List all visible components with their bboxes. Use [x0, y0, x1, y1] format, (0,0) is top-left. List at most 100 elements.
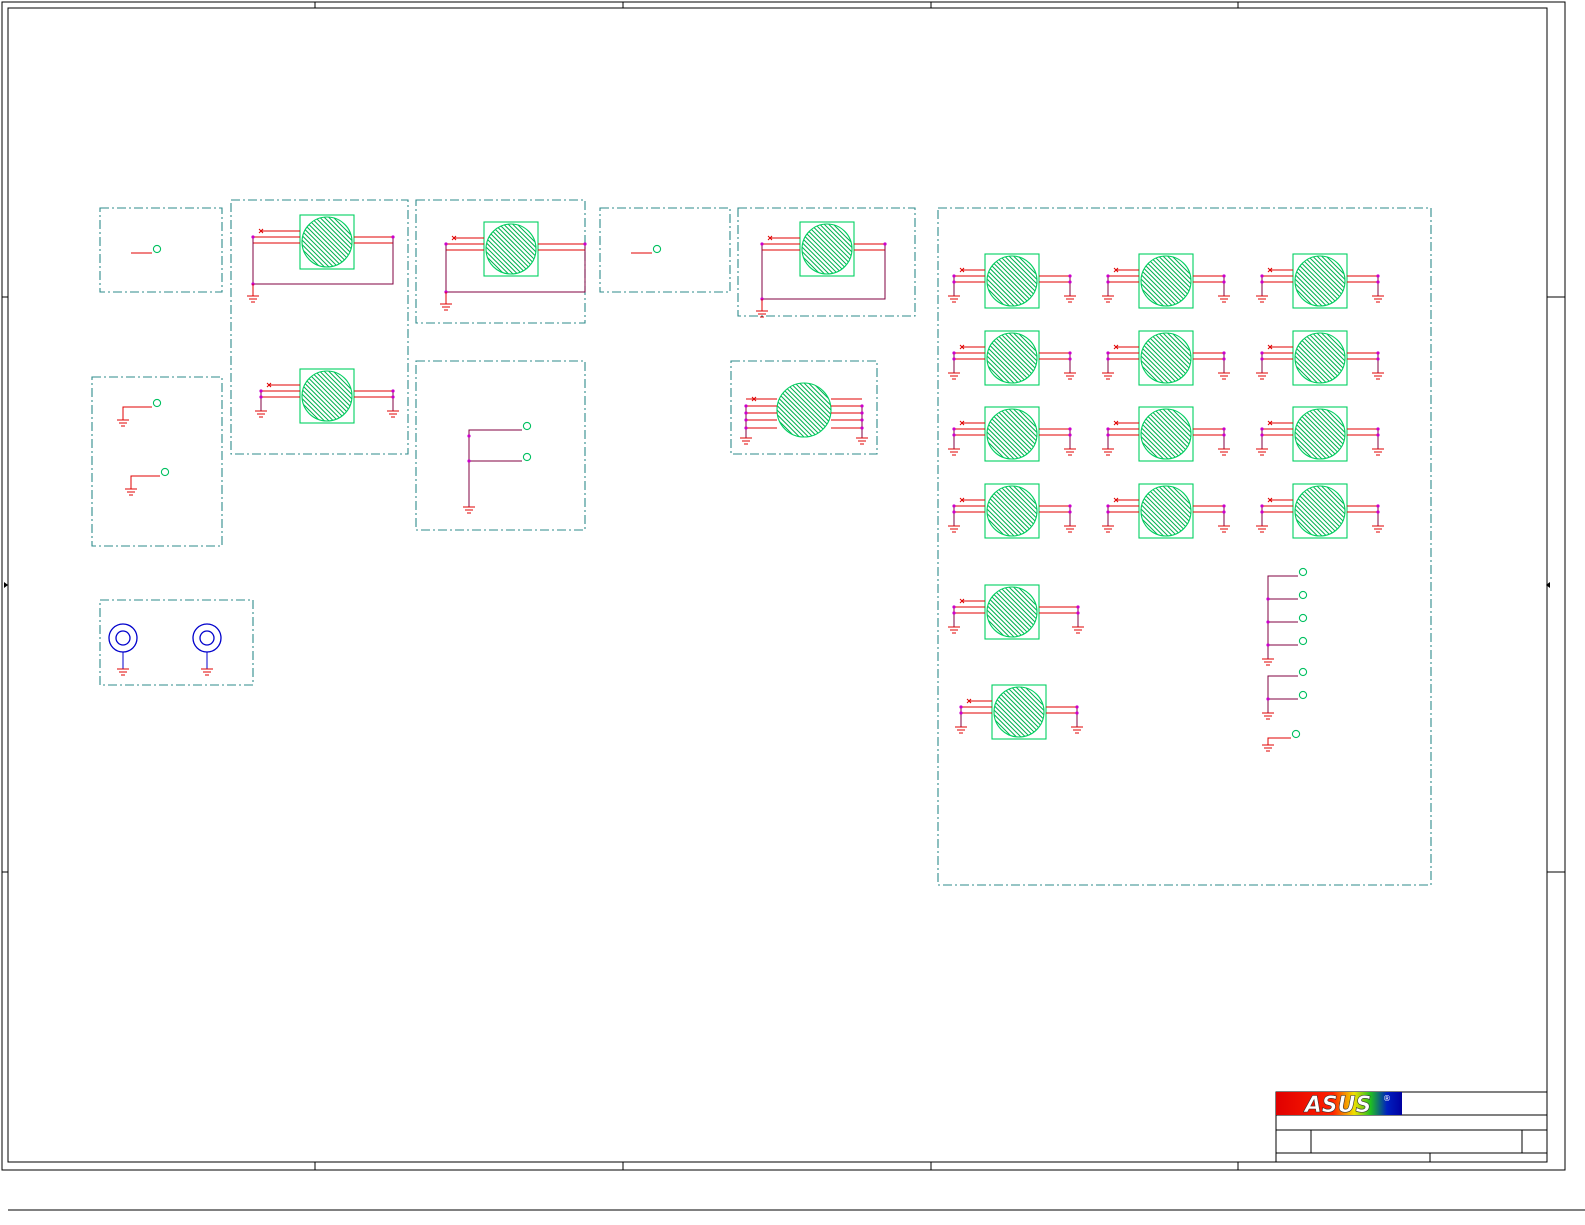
hatch-line	[1189, 486, 1191, 536]
hatch-line	[812, 383, 831, 437]
hatch-lines	[987, 409, 1037, 459]
ground-symbol	[1256, 295, 1268, 303]
hatch-line	[534, 224, 536, 274]
junction-dot	[1266, 697, 1270, 701]
hatch-line	[1295, 486, 1300, 536]
ground-symbol	[1064, 448, 1076, 456]
sheet-frame	[1, 1, 1585, 1211]
junction-dot	[1376, 357, 1380, 361]
ground-symbol	[1071, 726, 1083, 734]
ground-symbol	[1372, 448, 1384, 456]
ground-symbol	[247, 295, 259, 303]
mounting-hole-component	[1102, 253, 1230, 309]
junction-dot	[1222, 504, 1226, 508]
hatch-lines	[302, 217, 352, 267]
hatch-line	[1343, 486, 1345, 536]
junction-dot	[1260, 427, 1264, 431]
ground-symbol	[1064, 525, 1076, 533]
junction-dot	[959, 711, 963, 715]
ground-symbol	[740, 437, 752, 445]
hatch-line	[794, 383, 831, 437]
hatch-line	[302, 217, 303, 267]
hatch-line	[799, 383, 831, 437]
junction-dot	[1376, 427, 1380, 431]
component-group-box	[415, 360, 586, 531]
test-point	[1298, 613, 1308, 623]
hatch-line	[987, 409, 988, 459]
mounting-hole-component	[948, 584, 1084, 640]
hatch-line	[777, 383, 782, 437]
ground-symbol	[1262, 712, 1274, 720]
test-point	[1298, 567, 1308, 577]
ground-symbol	[1218, 295, 1230, 303]
junction-dot	[1075, 705, 1079, 709]
ground-symbol	[1064, 295, 1076, 303]
hatch-line	[1141, 486, 1142, 536]
junction-dot	[1106, 510, 1110, 514]
hatch-line	[1042, 687, 1044, 737]
hatch-line	[777, 383, 800, 437]
junction-dot	[1222, 274, 1226, 278]
hatch-line	[1035, 486, 1037, 536]
hatch-line	[802, 224, 807, 274]
junction-dot	[952, 504, 956, 508]
center-arrow-left	[4, 582, 8, 588]
mounting-hole-component	[740, 382, 868, 445]
junction-dot	[1376, 510, 1380, 514]
junction-dot	[467, 434, 471, 438]
hatch-lines	[994, 687, 1044, 737]
test-point-net	[468, 429, 522, 507]
ground-symbol	[1372, 525, 1384, 533]
test-point-wire	[130, 475, 160, 489]
test-point	[160, 467, 170, 477]
junction-dot	[1376, 280, 1380, 284]
test-point-wire	[1267, 737, 1291, 745]
junction-dot	[391, 395, 395, 399]
hatch-lines	[987, 486, 1037, 536]
test-point	[152, 398, 162, 408]
component-group-box	[730, 360, 878, 455]
hatch-line	[1141, 256, 1142, 306]
ground-symbol	[1256, 525, 1268, 533]
junction-dot	[1222, 357, 1226, 361]
junction-dot	[744, 411, 748, 415]
mounting-hole-component	[948, 253, 1076, 309]
junction-dot	[860, 411, 864, 415]
junction-dot	[1222, 280, 1226, 284]
junction-dot	[1266, 620, 1270, 624]
test-point	[1298, 667, 1308, 677]
ground-symbol	[1102, 295, 1114, 303]
junction-dot	[860, 426, 864, 430]
hatch-line	[987, 409, 992, 459]
ground-symbol	[948, 626, 960, 634]
junction-dot	[952, 433, 956, 437]
hatch-line	[777, 383, 823, 437]
hatch-line	[1295, 333, 1300, 383]
hatch-line	[987, 333, 992, 383]
mounting-hole-component	[1256, 406, 1384, 462]
hatch-line	[302, 217, 307, 267]
junction-dot	[1068, 357, 1072, 361]
mounting-hole-component	[1102, 483, 1230, 539]
junction-dot	[952, 351, 956, 355]
hatch-lines	[987, 256, 1037, 306]
hatch-line	[850, 224, 852, 274]
inner-border	[7, 7, 1548, 1163]
junction-dot	[1068, 427, 1072, 431]
hatch-line	[1295, 409, 1296, 459]
junction-dot	[1076, 611, 1080, 615]
ground-symbol	[948, 448, 960, 456]
hatch-lines	[1141, 333, 1191, 383]
ground-symbol	[463, 506, 475, 514]
hatch-line	[987, 486, 988, 536]
test-point	[1298, 636, 1308, 646]
junction-dot	[744, 404, 748, 408]
schematic-sheet: ASUS ®	[1, 1, 1585, 1211]
junction-dot	[1075, 711, 1079, 715]
title-block: ASUS ®	[1275, 1091, 1548, 1163]
mounting-hole-component	[1256, 253, 1384, 309]
hatch-lines	[987, 587, 1037, 637]
hatch-line	[486, 224, 487, 274]
ground-symbol	[1218, 448, 1230, 456]
junction-dot	[1376, 504, 1380, 508]
